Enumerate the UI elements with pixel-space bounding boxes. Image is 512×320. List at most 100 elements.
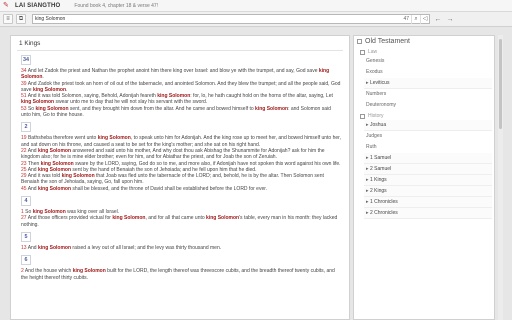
copy-icon[interactable]: ⧉: [16, 14, 26, 24]
verse-number[interactable]: 34: [21, 68, 27, 74]
verse-segment: And it was told Solomon, saying, Behold,…: [27, 93, 158, 100]
book-name: 1 Kings: [370, 177, 387, 183]
book-item[interactable]: ▸2 Samuel: [364, 164, 492, 175]
search-highlight: king Solomon: [32, 86, 67, 93]
search-highlight: king Solomon: [32, 209, 66, 216]
scrollbar-thumb[interactable]: [499, 39, 502, 129]
search-icon[interactable]: ⌕: [411, 14, 420, 24]
book-item[interactable]: Ruth: [364, 142, 492, 153]
search-highlight: king Solomon: [37, 244, 72, 251]
verse-number[interactable]: 51: [21, 93, 27, 99]
book-item[interactable]: ▸Joshua: [364, 120, 492, 131]
search-highlight: king Solomon: [37, 166, 72, 173]
search-highlight: king Solomon: [35, 105, 69, 112]
book-logo-icon: ✎: [3, 1, 9, 9]
verse-number[interactable]: 19: [21, 135, 27, 141]
found-status: Found book 4, chapter 18 & verse 47!: [74, 2, 159, 9]
book-item[interactable]: ▸1 Samuel: [364, 153, 492, 164]
book-name: Judges: [366, 133, 383, 139]
verse-number[interactable]: 27: [21, 215, 27, 221]
previous-result-icon[interactable]: ◁: [420, 14, 429, 24]
book-item[interactable]: Numbers: [364, 89, 492, 100]
forward-arrow-icon[interactable]: →: [446, 16, 454, 23]
group-header[interactable]: History: [360, 112, 494, 120]
title-bar: ✎ LAI SIANGTHO Found book 4, chapter 18 …: [0, 0, 512, 12]
verse-segment: And those officers provided victual for: [27, 215, 113, 222]
verse-segment: , and for all that came unto: [145, 215, 207, 222]
book-name: Leviticus: [370, 80, 390, 86]
results-panel: 1 Kings 34 34 And let Zadok the priest an…: [10, 35, 350, 320]
search-highlight: king Solomon: [37, 147, 72, 154]
verse-text: 34 And let Zadok the priest and Nathan t…: [11, 68, 349, 81]
scrollbar[interactable]: [498, 35, 503, 320]
verse-segment: Bathsheba therefore went unto: [27, 135, 98, 142]
book-item[interactable]: Genesis: [364, 56, 492, 67]
verse-number[interactable]: 23: [21, 161, 27, 167]
book-item[interactable]: ▸2 Chronicles: [364, 208, 492, 219]
verse-text: 2 And the house which king Solomon built…: [11, 268, 349, 281]
search-box: 47 ⌕ ◁: [32, 14, 430, 24]
search-highlight: king Solomon: [206, 215, 240, 222]
book-item[interactable]: ▸2 Kings: [364, 186, 492, 197]
verse-text: 29 And it was told king Solomon that Joa…: [11, 173, 349, 186]
book-title: 1 Kings: [19, 40, 41, 47]
verse-number[interactable]: 45: [21, 186, 27, 192]
book-item[interactable]: ▸1 Chronicles: [364, 197, 492, 208]
book-item[interactable]: Exodus: [364, 67, 492, 78]
old-testament-header[interactable]: Old Testament: [354, 36, 494, 47]
verse-segment: raised a levy out of all Israel; and the…: [71, 244, 222, 251]
chapter-number[interactable]: 2: [21, 122, 31, 133]
group-label: History: [368, 113, 384, 119]
verse-segment: And Zadok the priest took an horn of oil…: [21, 80, 341, 93]
app-name: LAI SIANGTHO: [15, 2, 61, 9]
verse-text: 39 And Zadok the priest took an horn of …: [11, 81, 349, 94]
verse-segment: And: [27, 185, 38, 192]
group-label: Law: [368, 49, 378, 55]
verse-segment: shall be blessed, and the throne of Davi…: [71, 185, 267, 192]
verse-segment: sent by the hand of Benaiah the son of J…: [71, 166, 257, 173]
chapter-number[interactable]: 34: [21, 55, 31, 65]
group-checkbox[interactable]: [360, 49, 365, 55]
verse-number[interactable]: 53: [21, 106, 27, 112]
book-name: 2 Chronicles: [370, 210, 398, 216]
verse-text: 22 And king Solomon answered and said un…: [11, 148, 349, 161]
search-input[interactable]: [33, 15, 402, 23]
book-name: 2 Samuel: [370, 166, 392, 172]
chapter-number[interactable]: 5: [21, 231, 31, 242]
verse-segment: .: [42, 74, 44, 81]
verse-text: 51 And it was told Solomon, saying, Beho…: [11, 93, 349, 106]
old-testament-checkbox[interactable]: [357, 39, 362, 44]
book-name: Joshua: [370, 122, 387, 128]
book-item[interactable]: ▸1 Kings: [364, 175, 492, 186]
verse-segment: Then: [27, 160, 41, 167]
divider: [17, 50, 343, 51]
book-name: 1 Chronicles: [370, 199, 398, 205]
search-highlight: king Solomon: [97, 135, 131, 142]
verse-segment: And: [27, 244, 38, 251]
group-header[interactable]: Law: [360, 48, 494, 56]
verse-number[interactable]: 13: [21, 245, 27, 251]
verse-segment: And the house which: [24, 268, 73, 275]
verse-segment: So: [25, 209, 33, 216]
chapter-number[interactable]: 4: [21, 196, 31, 207]
book-groups: Law Genesis Exodus ▸Leviticus Numbers Deutero…: [354, 48, 494, 219]
menu-icon[interactable]: ≡: [3, 14, 13, 24]
back-arrow-icon[interactable]: ←: [434, 16, 442, 23]
verse-segment: sent, and they brought him down from the…: [68, 105, 256, 112]
verse-number[interactable]: 1: [21, 209, 24, 215]
book-item[interactable]: Deuteronomy: [364, 100, 492, 111]
verse-segment: : for, lo, he hath caught hold on the ho…: [190, 93, 333, 100]
verse-number[interactable]: 22: [21, 148, 27, 154]
chapter-number[interactable]: 6: [21, 255, 31, 266]
verse-number[interactable]: 25: [21, 167, 27, 173]
verse-number[interactable]: 29: [21, 173, 27, 179]
verse-number[interactable]: 39: [21, 81, 27, 87]
verse-number[interactable]: 2: [21, 268, 24, 274]
verse-segment: was king over all Israel.: [65, 209, 120, 216]
group-checkbox[interactable]: [360, 113, 365, 119]
search-highlight: king Solomon: [157, 93, 191, 100]
book-item[interactable]: ▸Leviticus: [364, 78, 492, 89]
verse-text: 27 And those officers provided victual f…: [11, 215, 349, 228]
book-item[interactable]: Judges: [364, 131, 492, 142]
search-highlight: king Solomon: [61, 173, 95, 180]
